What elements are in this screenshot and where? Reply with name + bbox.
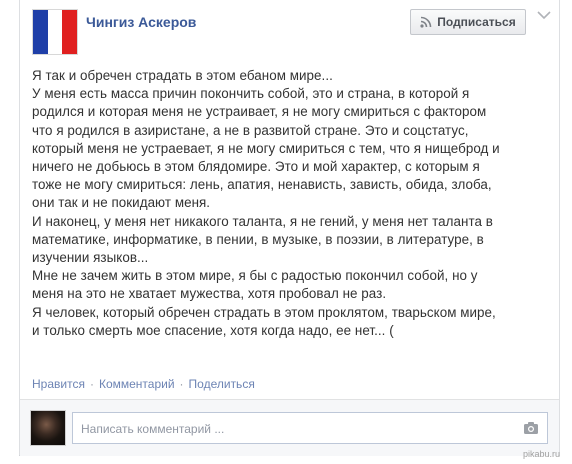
post-text-line: что я родился в азиристане, а не в разви… — [32, 122, 469, 138]
flag-red-stripe — [62, 10, 78, 54]
author-avatar[interactable] — [32, 9, 78, 55]
post-text-line: родился и которая меня не устраивает, я … — [32, 104, 487, 120]
watermark: pikabu.ru — [523, 449, 561, 459]
comment-link[interactable]: Комментарий — [99, 377, 175, 391]
chevron-down-icon[interactable] — [537, 10, 551, 20]
post-text-line: изучении языков... — [32, 250, 149, 266]
post-text-line: они так и не покидают меня. — [32, 195, 211, 211]
like-link[interactable]: Нравится — [32, 377, 85, 391]
post-card: Чингиз Аскеров Подписаться Я так и обреч… — [19, 0, 560, 456]
post-text-line: И наконец, у меня нет никакого таланта, … — [32, 213, 493, 229]
rss-icon — [420, 16, 432, 28]
flag-white-stripe — [47, 10, 63, 54]
follow-label: Подписаться — [437, 15, 516, 29]
post-text-line: меня на это не хватает мужества, хотя пр… — [32, 286, 387, 302]
post-text-line: Я человек, который обречен страдать в эт… — [32, 304, 496, 320]
post-text-line: и только смерть мое спасение, хотя когда… — [32, 322, 394, 338]
post-text-line: Я так и обречен страдать в этом ебаном м… — [32, 68, 333, 83]
post-text-line: который меня не устраевает, я не могу см… — [32, 140, 500, 156]
post-text: Я так и обречен страдать в этом ебаном м… — [32, 67, 552, 340]
flag-blue-stripe — [33, 10, 48, 54]
comment-area: Написать комментарий ... — [20, 399, 559, 456]
share-link[interactable]: Поделиться — [189, 377, 255, 391]
post-actions: Нравится · Комментарий · Поделиться — [32, 377, 255, 391]
comment-placeholder: Написать комментарий ... — [81, 422, 225, 436]
comment-input[interactable]: Написать комментарий ... — [72, 412, 548, 444]
post-text-line: У меня есть масса причин покончить собой… — [32, 86, 470, 102]
post-text-line: ничего не добьюсь в этом блядомире. Это … — [32, 159, 480, 175]
commenter-avatar[interactable] — [30, 410, 66, 446]
camera-icon[interactable] — [523, 421, 539, 435]
action-separator: · — [89, 377, 94, 391]
post-text-line: Мне не зачем жить в этом мире, я бы с ра… — [32, 268, 478, 284]
author-name[interactable]: Чингиз Аскеров — [86, 14, 196, 30]
post-text-line: математике, информатике, в пении, в музы… — [32, 231, 484, 247]
action-separator: · — [179, 377, 184, 391]
follow-button[interactable]: Подписаться — [410, 9, 526, 35]
post-text-line: тоже не могу смириться: лень, апатия, не… — [32, 177, 492, 193]
